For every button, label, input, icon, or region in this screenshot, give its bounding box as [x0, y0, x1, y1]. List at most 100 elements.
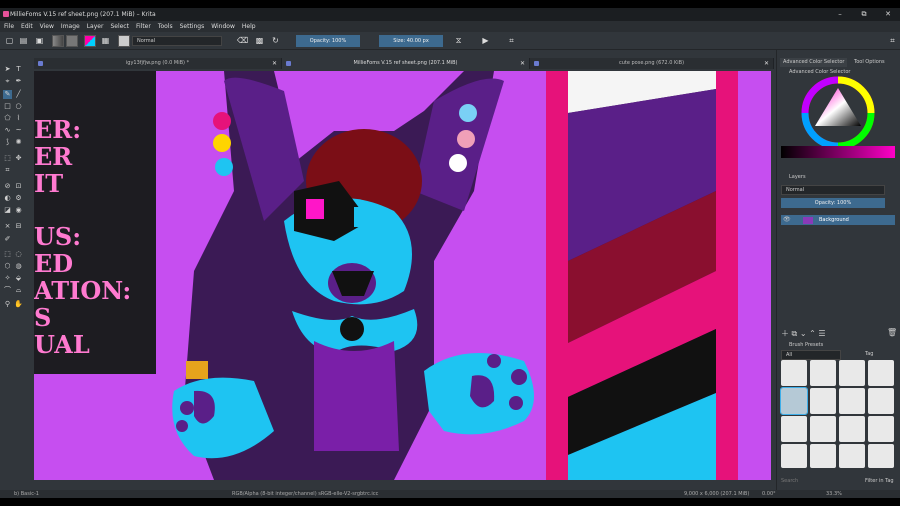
tab-tool-options[interactable]: Tool Options	[851, 58, 888, 67]
open-document-icon[interactable]: ▤	[18, 35, 29, 46]
brush-preset[interactable]	[839, 388, 865, 414]
brush-preset[interactable]	[868, 360, 894, 386]
brush-preset-swatch[interactable]	[118, 35, 130, 47]
reload-preset-icon[interactable]: ↻	[270, 35, 281, 46]
menu-tools[interactable]: Tools	[158, 23, 173, 30]
close-tab-icon[interactable]: ✕	[272, 58, 277, 69]
bezier-tool-icon[interactable]: ∿	[3, 126, 12, 135]
freehand-path-tool-icon[interactable]: ~	[14, 126, 23, 135]
zoom-tool-icon[interactable]: ⚲	[3, 300, 12, 309]
tab-advanced-color-selector[interactable]: Advanced Color Selector	[780, 58, 848, 67]
close-tab-icon[interactable]: ✕	[764, 58, 769, 69]
transform-tool-icon[interactable]: ⬚	[3, 154, 12, 163]
brush-preset[interactable]	[868, 444, 894, 468]
similar-select-tool-icon[interactable]: ⬙	[14, 274, 23, 283]
brush-preset[interactable]	[839, 416, 865, 442]
brush-preset[interactable]	[810, 416, 836, 442]
restore-button[interactable]: ⧉	[852, 8, 876, 21]
color-wheel[interactable]	[801, 76, 875, 150]
ellipse-tool-icon[interactable]: ○	[14, 102, 23, 111]
menu-window[interactable]: Window	[211, 23, 235, 30]
dynamic-brush-tool-icon[interactable]: ⟆	[3, 138, 12, 147]
menu-filter[interactable]: Filter	[136, 23, 151, 30]
move-down-icon[interactable]: ⌄	[800, 329, 807, 338]
brush-preset[interactable]	[810, 444, 836, 468]
multibrush-tool-icon[interactable]: ✺	[14, 138, 23, 147]
rectangle-tool-icon[interactable]: □	[3, 102, 12, 111]
toolbar-menu-icon[interactable]: ⌗	[887, 35, 898, 46]
menu-settings[interactable]: Settings	[180, 23, 205, 30]
brush-preset[interactable]	[839, 444, 865, 468]
brush-settings-icon[interactable]: ▦	[100, 35, 111, 46]
brush-tag-label[interactable]: Tag	[865, 351, 873, 357]
wrap-around-icon[interactable]: ⌗	[506, 35, 517, 46]
pan-assistant-tool-icon[interactable]: ✐	[3, 235, 12, 244]
brush-preset[interactable]	[868, 416, 894, 442]
color-history-bar[interactable]	[781, 146, 895, 158]
bezier-select-tool-icon[interactable]: ⌒	[3, 286, 12, 295]
eye-icon[interactable]: 👁	[783, 216, 791, 223]
canvas-area[interactable]: ER: ER IT US: ED ATION: S UAL	[34, 71, 771, 480]
layer-opacity-slider[interactable]: Opacity: 100%	[781, 198, 885, 208]
assistant-tool-icon[interactable]: ⊡	[14, 182, 23, 191]
calligraphy-tool-icon[interactable]: ✒	[14, 77, 23, 86]
menu-layer[interactable]: Layer	[87, 23, 104, 30]
layer-row-background[interactable]: 👁 Background	[781, 215, 895, 225]
fill-tool-icon[interactable]: ◪	[3, 206, 12, 215]
pan-tool-icon[interactable]: ✋	[14, 300, 23, 309]
contiguous-select-tool-icon[interactable]: ✧	[3, 274, 12, 283]
tab-cute-pose[interactable]: cute pose.png (672.0 KiB) ✕	[530, 58, 774, 69]
eraser-mode-icon[interactable]: ⌫	[237, 35, 248, 46]
menu-help[interactable]: Help	[242, 23, 256, 30]
freehand-brush-tool-icon[interactable]: ✎	[3, 90, 12, 99]
brush-preset[interactable]	[810, 360, 836, 386]
duplicate-layer-icon[interactable]: ⧉	[792, 329, 798, 338]
layer-properties-icon[interactable]: ☰	[818, 329, 825, 338]
gradient-tool-icon[interactable]: ◐	[3, 194, 12, 203]
text-tool-icon[interactable]: T	[14, 65, 23, 74]
menu-select[interactable]: Select	[110, 23, 129, 30]
reference-tool-icon[interactable]: ⊟	[14, 222, 23, 231]
brush-filter-select[interactable]: All	[781, 350, 841, 360]
smart-patch-tool-icon[interactable]: ⚙	[14, 194, 23, 203]
magnetic-select-tool-icon[interactable]: ⌓	[14, 286, 23, 295]
menu-edit[interactable]: Edit	[21, 23, 33, 30]
menu-image[interactable]: Image	[61, 23, 80, 30]
tab-igy13fjfjw[interactable]: igy13fjfjw.png (0.0 MiB) * ✕	[34, 58, 282, 69]
brush-preset[interactable]	[810, 388, 836, 414]
tab-millie-ref-sheet[interactable]: MillieFoms V.15 ref sheet.png (207.1 MiB…	[282, 58, 530, 69]
brush-preset[interactable]	[868, 388, 894, 414]
opacity-slider[interactable]: Opacity: 100%	[296, 35, 360, 47]
pattern-swatch[interactable]	[66, 35, 78, 47]
select-shapes-tool-icon[interactable]: ➤	[3, 65, 12, 74]
outline-select-tool-icon[interactable]: ◍	[14, 262, 23, 271]
mirror-vertical-icon[interactable]: ▶	[480, 35, 491, 46]
menu-file[interactable]: File	[4, 23, 14, 30]
save-icon[interactable]: ▣	[34, 35, 45, 46]
mirror-horizontal-icon[interactable]: ⧖	[453, 35, 464, 46]
close-window-button[interactable]: ✕	[876, 8, 900, 21]
brush-search-input[interactable]: Search	[781, 478, 798, 484]
line-tool-icon[interactable]: ╱	[14, 90, 23, 99]
ellipse-select-tool-icon[interactable]: ◌	[14, 250, 23, 259]
crop-tool-icon[interactable]: ⌗	[3, 166, 12, 175]
edit-shapes-tool-icon[interactable]: ⌖	[3, 77, 12, 86]
fg-bg-color-swatch[interactable]	[84, 35, 96, 47]
polygon-tool-icon[interactable]: ⬠	[3, 114, 12, 123]
add-layer-icon[interactable]: ＋	[781, 329, 789, 338]
status-zoom[interactable]: 33.3%	[826, 490, 842, 498]
color-sampler-tool-icon[interactable]: ⊘	[3, 182, 12, 191]
move-up-icon[interactable]: ⌃	[809, 329, 816, 338]
minimize-button[interactable]: –	[828, 8, 852, 21]
brush-preset[interactable]	[781, 416, 807, 442]
size-slider[interactable]: Size: 40.00 px	[379, 35, 443, 47]
layer-blend-select[interactable]: Normal	[781, 185, 885, 195]
polyline-tool-icon[interactable]: ⌇	[14, 114, 23, 123]
gradient-swatch[interactable]	[52, 35, 64, 47]
close-tab-icon[interactable]: ✕	[520, 58, 525, 69]
filter-in-tag-checkbox[interactable]: Filter in Tag	[865, 478, 894, 484]
brush-preset[interactable]	[781, 444, 807, 468]
menu-view[interactable]: View	[40, 23, 54, 30]
blend-mode-select[interactable]: Normal	[132, 36, 222, 46]
brush-preset[interactable]	[839, 360, 865, 386]
